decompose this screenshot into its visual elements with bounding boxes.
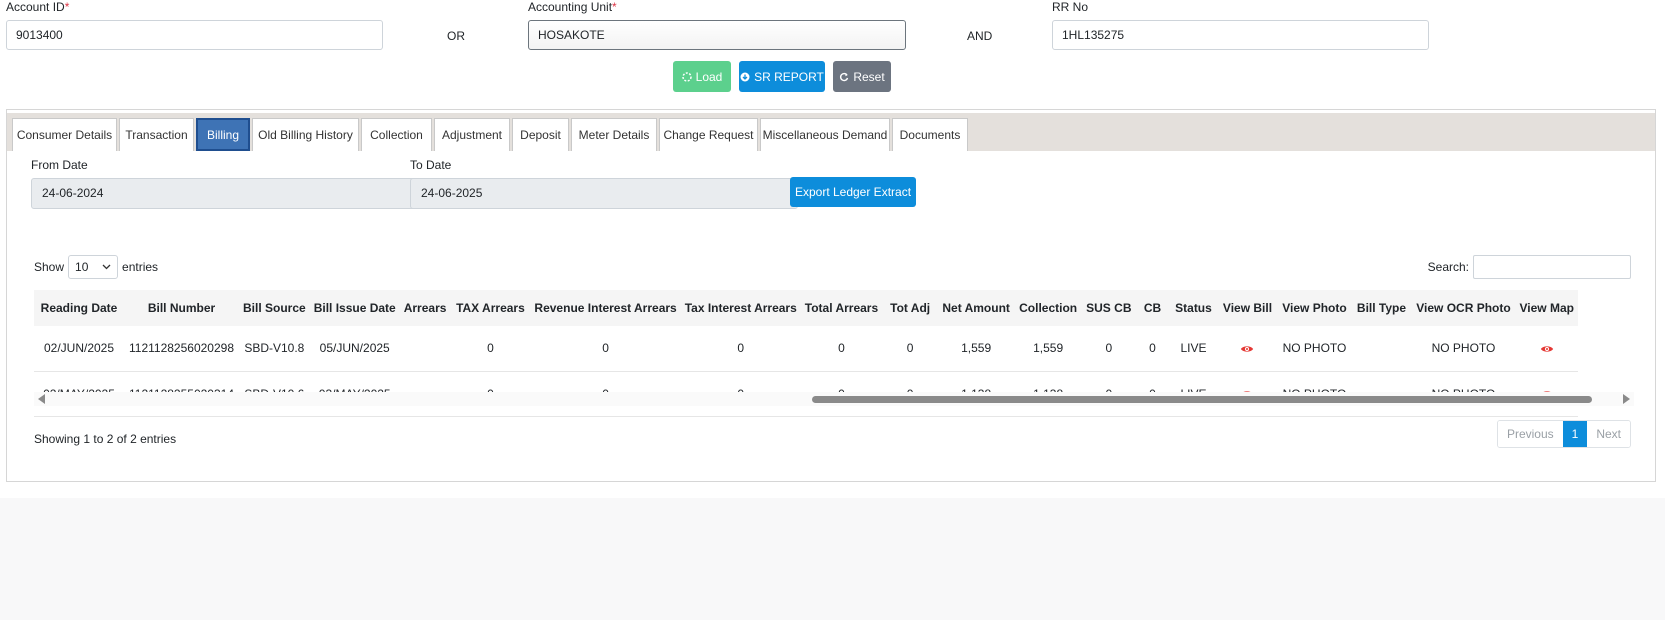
load-button-label: Load (695, 69, 723, 84)
col-cb[interactable]: CB (1135, 290, 1170, 326)
cell-arrears (399, 326, 451, 372)
tab-deposit[interactable]: Deposit (512, 118, 569, 151)
accounting-unit-select[interactable]: HOSAKOTE (528, 20, 906, 50)
eye-icon[interactable] (1240, 342, 1254, 356)
chevron-down-icon (102, 264, 111, 270)
pagination: Previous 1 Next (1496, 420, 1631, 448)
page-content: Account ID* 9013400 OR Accounting Unit* … (0, 0, 1665, 498)
tab-documents[interactable]: Documents (892, 118, 968, 151)
scrollbar-thumb[interactable] (812, 396, 1592, 403)
tab-consumer-details[interactable]: Consumer Details (12, 118, 117, 151)
tab-change-request[interactable]: Change Request (659, 118, 758, 151)
tab-adjustment[interactable]: Adjustment (434, 118, 510, 151)
rr-no-label: RR No (1052, 0, 1089, 14)
cell-view-photo: NO PHOTO (1277, 326, 1352, 372)
col-tot-adj[interactable]: Tot Adj (882, 290, 939, 326)
cell-bill-type (1351, 326, 1412, 372)
entries-select[interactable]: 10 (68, 255, 119, 279)
cell-net-amount: 1,559 (938, 326, 1015, 372)
table-row: 02/JUN/2025 1121128256020298 SBD-V10.8 0… (34, 326, 1578, 372)
show-label: Show (34, 260, 65, 274)
entries-length-control: Show 10 entries (34, 255, 158, 279)
cell-bill-source: SBD-V10.8 (239, 326, 310, 372)
and-separator: AND (967, 29, 993, 43)
col-view-bill[interactable]: View Bill (1217, 290, 1278, 326)
sr-report-button[interactable]: SR REPORT (739, 61, 825, 92)
account-id-label: Account ID* (6, 0, 70, 14)
cell-status: LIVE (1169, 326, 1218, 372)
table-search: Search: (1428, 255, 1631, 279)
rr-no-input[interactable]: 1HL135275 (1052, 20, 1429, 50)
or-separator: OR (447, 29, 465, 43)
scroll-right-arrow-icon[interactable] (1623, 394, 1630, 404)
reset-button-label: Reset (853, 69, 885, 84)
reset-button[interactable]: Reset (833, 61, 891, 92)
cell-tax-interest-arrears: 0 (680, 326, 801, 372)
cell-bill-number: 1121128256020298 (124, 326, 239, 372)
cell-total-arrears: 0 (800, 326, 883, 372)
cell-reading-date: 02/JUN/2025 (34, 326, 124, 372)
to-date-input[interactable]: 24-06-2025 (410, 178, 798, 209)
refresh-icon (840, 72, 849, 81)
eye-icon[interactable] (1540, 342, 1554, 356)
col-net-amount[interactable]: Net Amount (938, 290, 1015, 326)
col-bill-source[interactable]: Bill Source (239, 290, 310, 326)
col-revenue-interest-arrears[interactable]: Revenue Interest Arrears (530, 290, 681, 326)
col-view-ocr-photo[interactable]: View OCR Photo (1411, 290, 1516, 326)
col-status[interactable]: Status (1169, 290, 1218, 326)
entries-select-value: 10 (75, 260, 89, 274)
col-bill-issue-date[interactable]: Bill Issue Date (309, 290, 400, 326)
cell-tax-arrears: 0 (450, 326, 531, 372)
tab-miscellaneous-demand[interactable]: Miscellaneous Demand (760, 118, 890, 151)
cell-view-map (1515, 326, 1578, 372)
scroll-left-arrow-icon[interactable] (38, 394, 45, 404)
details-panel: Consumer Details Transaction Billing Old… (6, 109, 1656, 482)
load-button[interactable]: Load (673, 61, 731, 92)
search-label: Search: (1427, 260, 1469, 274)
table-info: Showing 1 to 2 of 2 entries (34, 432, 177, 446)
cell-tot-adj: 0 (882, 326, 939, 372)
col-tax-arrears[interactable]: TAX Arrears (450, 290, 531, 326)
cell-cb: 0 (1135, 326, 1170, 372)
accounting-unit-label: Accounting Unit* (528, 0, 617, 14)
col-bill-number[interactable]: Bill Number (124, 290, 239, 326)
cell-bill-issue-date: 05/JUN/2025 (309, 326, 400, 372)
sr-report-button-label: SR REPORT (754, 69, 824, 84)
download-icon (740, 72, 750, 81)
cell-sus-cb: 0 (1082, 326, 1136, 372)
col-arrears[interactable]: Arrears (399, 290, 451, 326)
to-date-label: To Date (410, 158, 452, 172)
cell-view-bill (1217, 326, 1278, 372)
search-input[interactable] (1473, 255, 1631, 279)
spinner-icon (681, 71, 692, 82)
col-view-photo[interactable]: View Photo (1277, 290, 1352, 326)
from-date-input[interactable]: 24-06-2024 (31, 178, 419, 209)
tab-meter-details[interactable]: Meter Details (571, 118, 657, 151)
entries-label: entries (122, 260, 159, 274)
account-id-input[interactable]: 9013400 (6, 20, 383, 50)
table-header-row: Reading Date Bill Number Bill Source Bil… (34, 290, 1578, 326)
col-collection[interactable]: Collection (1014, 290, 1083, 326)
col-view-map[interactable]: View Map (1515, 290, 1578, 326)
col-tax-interest-arrears[interactable]: Tax Interest Arrears (680, 290, 801, 326)
horizontal-scrollbar[interactable] (34, 392, 1634, 406)
col-sus-cb[interactable]: SUS CB (1082, 290, 1136, 326)
previous-page-button[interactable]: Previous (1497, 421, 1563, 447)
tab-billing[interactable]: Billing (196, 118, 250, 151)
col-bill-type[interactable]: Bill Type (1351, 290, 1412, 326)
page-1-button[interactable]: 1 (1562, 421, 1588, 447)
col-reading-date[interactable]: Reading Date (34, 290, 124, 326)
from-date-label: From Date (31, 158, 88, 172)
cell-collection: 1,559 (1014, 326, 1083, 372)
tab-bar: Consumer Details Transaction Billing Old… (7, 113, 1655, 151)
col-total-arrears[interactable]: Total Arrears (800, 290, 883, 326)
cell-view-ocr-photo: NO PHOTO (1411, 326, 1516, 372)
cell-revenue-interest-arrears: 0 (530, 326, 681, 372)
export-ledger-button[interactable]: Export Ledger Extract (790, 177, 916, 207)
tab-transaction[interactable]: Transaction (119, 118, 194, 151)
tab-collection[interactable]: Collection (361, 118, 432, 151)
next-page-button[interactable]: Next (1587, 421, 1630, 447)
tab-old-billing-history[interactable]: Old Billing History (252, 118, 359, 151)
